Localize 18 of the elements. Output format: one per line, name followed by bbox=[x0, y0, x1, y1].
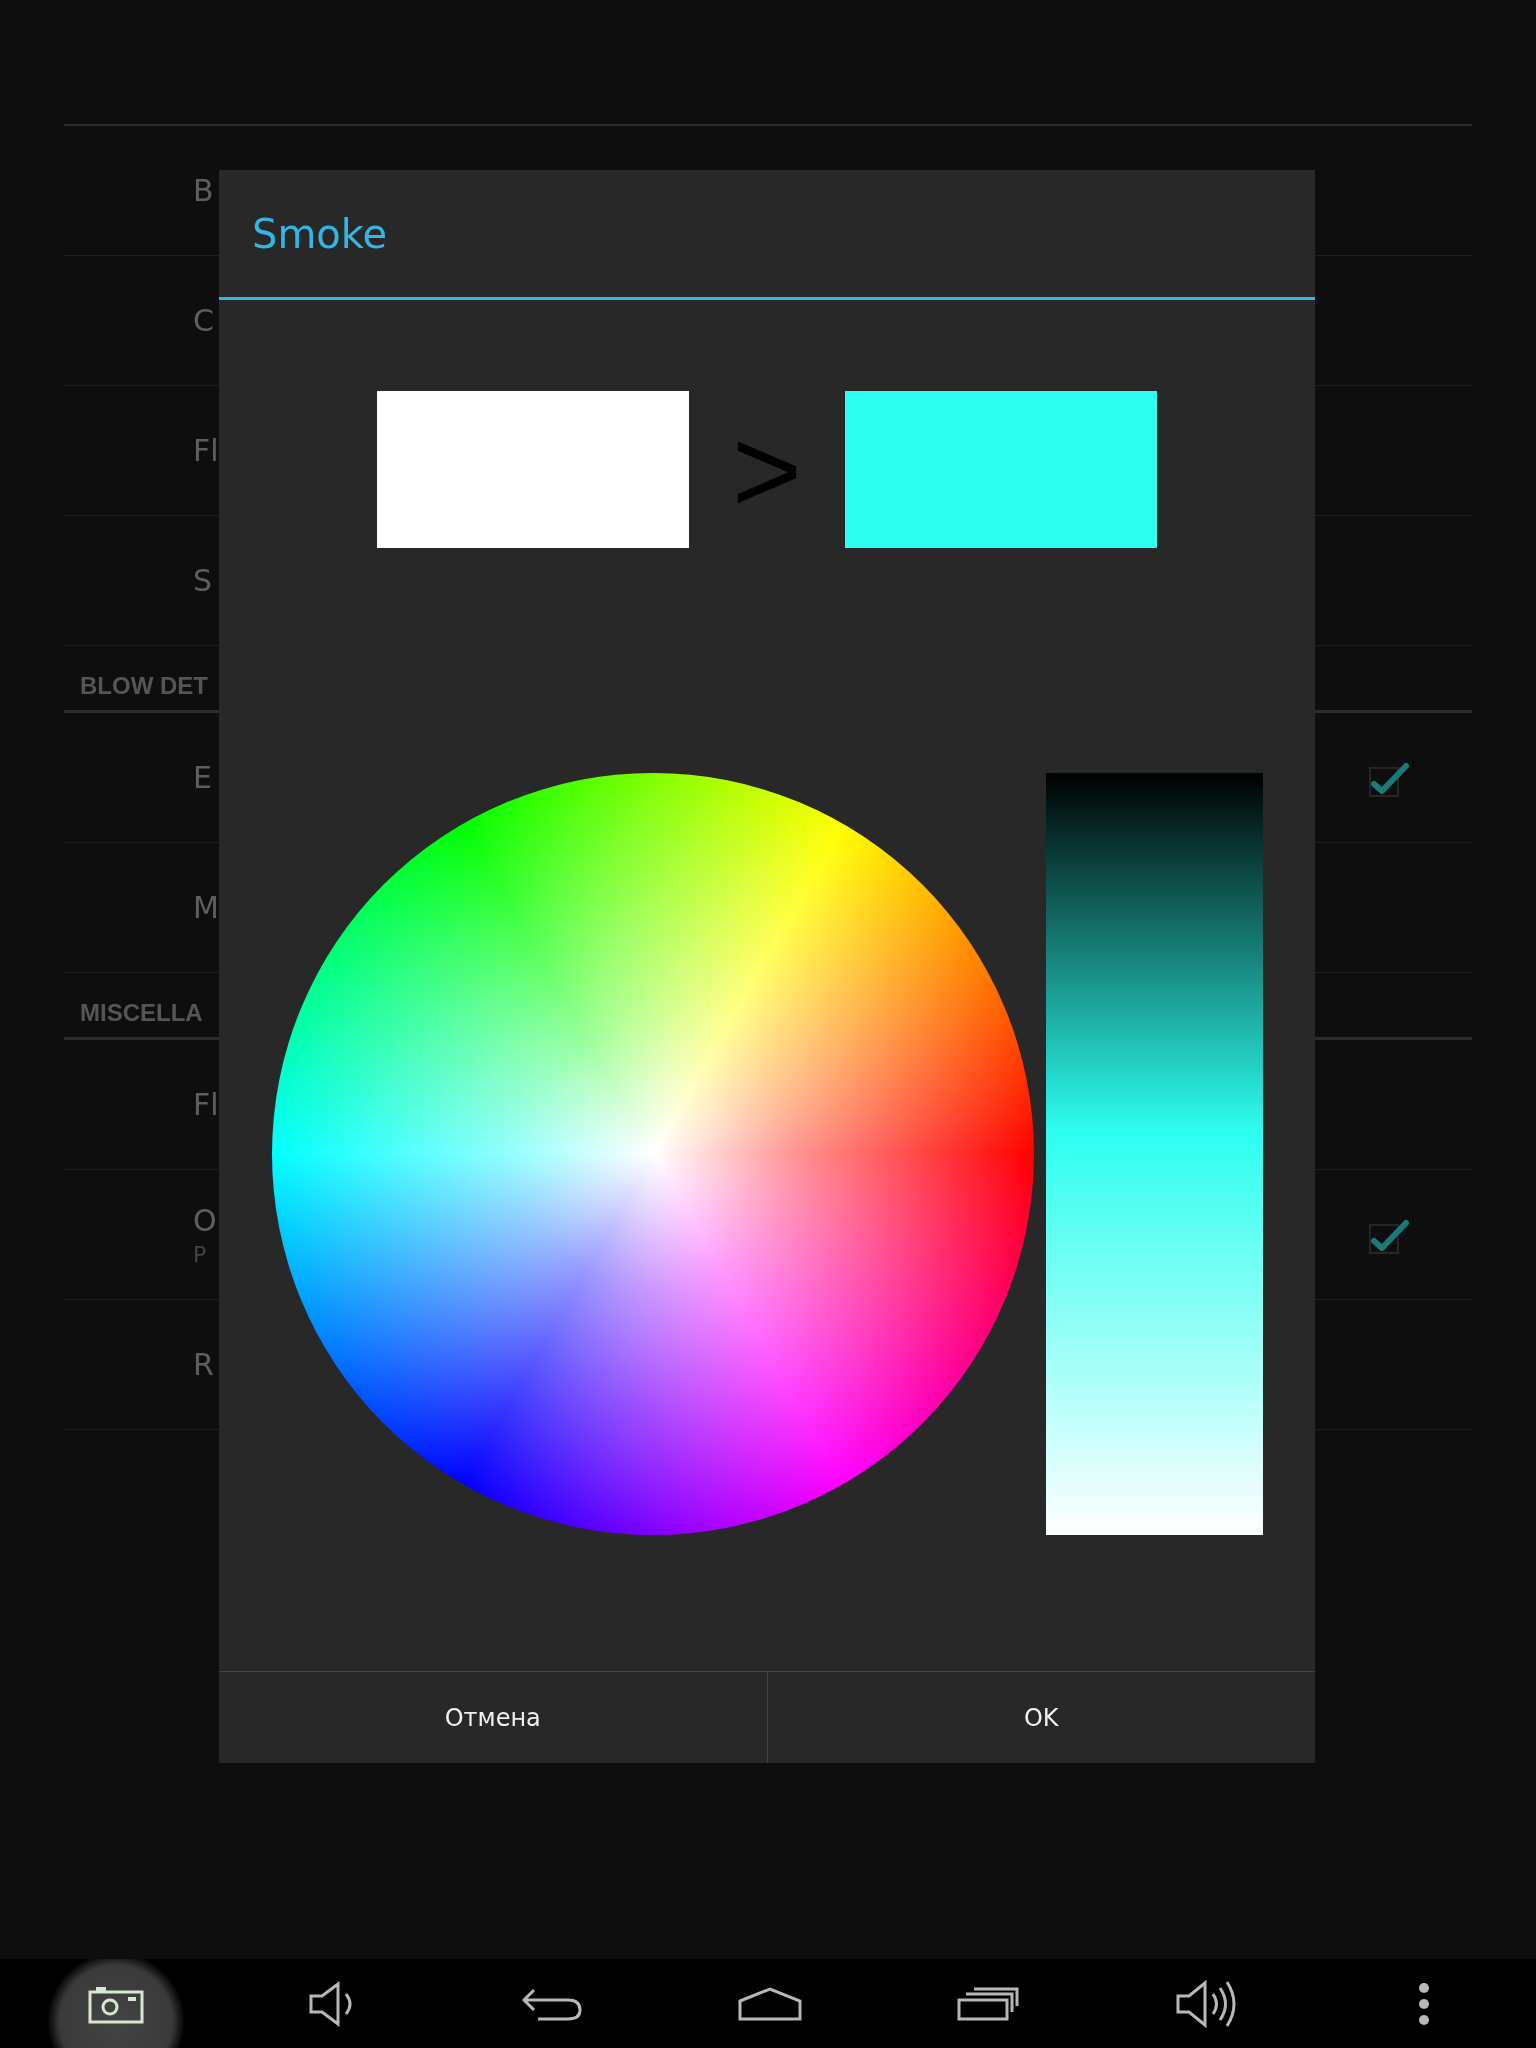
cancel-button[interactable]: Отмена bbox=[219, 1672, 767, 1763]
volume-up-icon bbox=[1175, 1977, 1237, 2030]
setting-title: M bbox=[193, 890, 220, 925]
ok-button[interactable]: OK bbox=[766, 1672, 1315, 1763]
setting-title: E bbox=[193, 760, 213, 795]
setting-title: O bbox=[193, 1202, 218, 1238]
setting-title: S bbox=[193, 563, 214, 598]
arrow-separator: > bbox=[730, 409, 804, 530]
home-icon bbox=[737, 1986, 803, 2021]
brightness-bar[interactable] bbox=[1046, 773, 1263, 1535]
dialog-title: Smoke bbox=[252, 210, 388, 257]
recents-icon bbox=[956, 1985, 1020, 2022]
overflow-menu-icon bbox=[1418, 1981, 1430, 2026]
setting-title: B bbox=[193, 173, 215, 208]
setting-title: Fl bbox=[193, 433, 220, 468]
setting-title: Fl bbox=[193, 1087, 220, 1122]
setting-title: C bbox=[193, 303, 215, 338]
setting-title: R bbox=[193, 1347, 215, 1382]
